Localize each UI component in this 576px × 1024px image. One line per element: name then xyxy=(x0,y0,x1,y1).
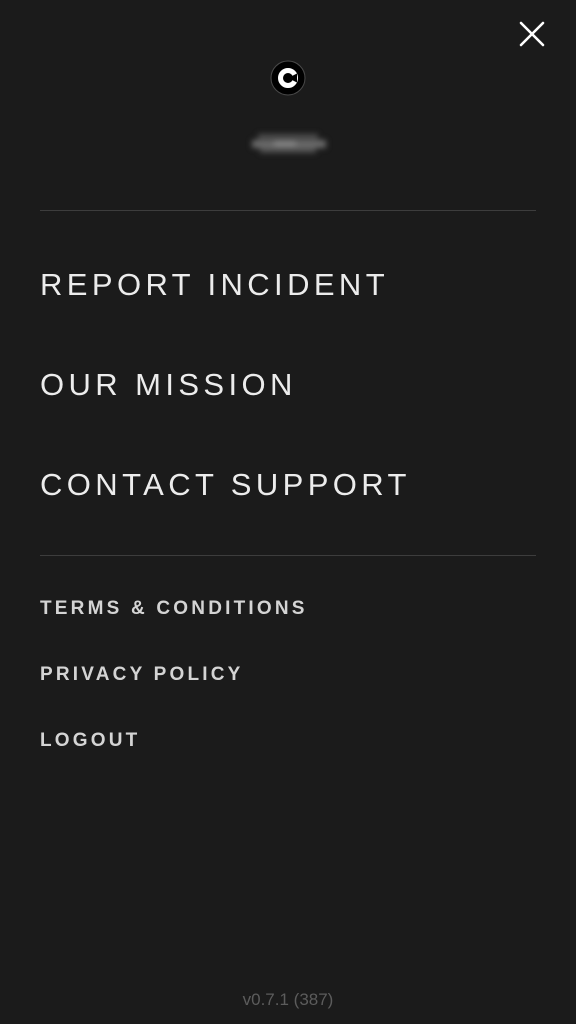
menu-item-our-mission[interactable]: OUR MISSION xyxy=(40,355,540,455)
main-menu: REPORT INCIDENT OUR MISSION CONTACT SUPP… xyxy=(40,255,540,555)
close-button[interactable] xyxy=(512,14,552,54)
top-divider xyxy=(40,210,536,211)
menu-item-report-incident[interactable]: REPORT INCIDENT xyxy=(40,255,540,355)
app-version: v0.7.1 (387) xyxy=(242,990,334,1009)
menu-item-privacy-policy[interactable]: PRIVACY POLICY xyxy=(40,656,540,722)
menu-item-contact-support[interactable]: CONTACT SUPPORT xyxy=(40,455,540,555)
secondary-menu: TERMS & CONDITIONS PRIVACY POLICY LOGOUT xyxy=(40,590,540,788)
menu-item-terms-conditions[interactable]: TERMS & CONDITIONS xyxy=(40,590,540,656)
menu-item-logout[interactable]: LOGOUT xyxy=(40,722,540,788)
username-redacted xyxy=(248,128,330,158)
close-icon xyxy=(519,21,545,47)
middle-divider xyxy=(40,555,536,556)
c-logo-icon xyxy=(270,60,306,96)
